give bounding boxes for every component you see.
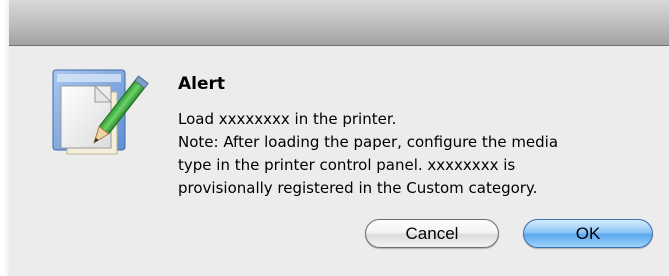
alert-dialog: Alert Load xxxxxxxx in the printer. Note… (9, 0, 669, 276)
alert-message: Load xxxxxxxx in the printer. Note: Afte… (178, 108, 658, 200)
cancel-button[interactable]: Cancel (365, 219, 499, 248)
message-line: provisionally registered in the Custom c… (178, 179, 538, 197)
ok-button[interactable]: OK (523, 219, 653, 248)
message-line: type in the printer control panel. xxxxx… (178, 156, 516, 174)
alert-title: Alert (178, 74, 226, 94)
dialog-titlebar[interactable] (9, 0, 669, 46)
message-line: Load xxxxxxxx in the printer. (178, 110, 397, 128)
document-with-pencil-icon (45, 66, 153, 166)
message-line: Note: After loading the paper, configure… (178, 133, 559, 151)
